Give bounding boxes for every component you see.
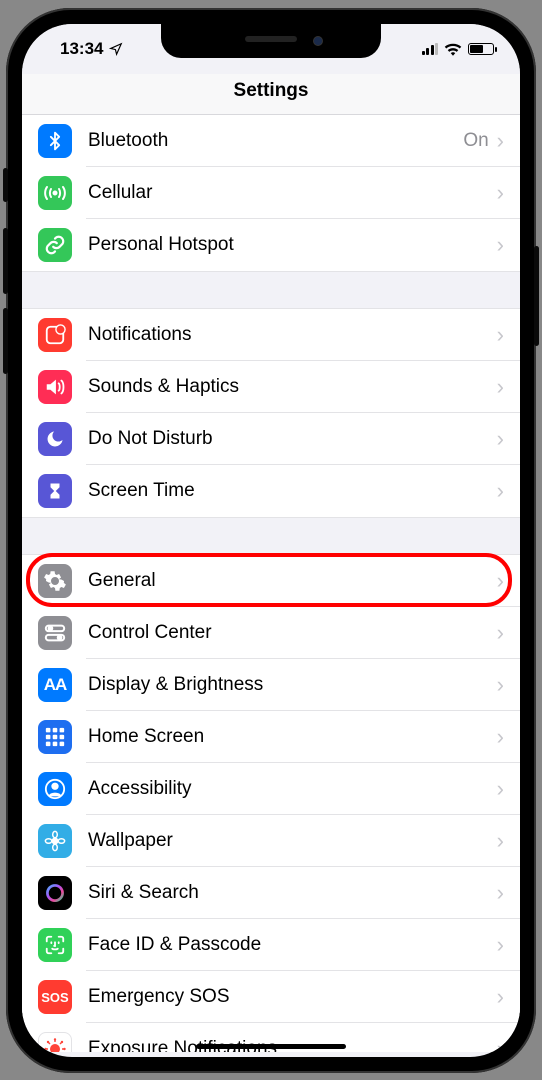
row-label: Personal Hotspot: [88, 234, 497, 256]
virus-icon: [38, 1032, 72, 1052]
cellular-signal-icon: [422, 43, 439, 55]
row-label: Display & Brightness: [88, 674, 497, 696]
settings-row-faceid[interactable]: Face ID & Passcode›: [22, 919, 520, 971]
settings-list[interactable]: BluetoothOn›Cellular›Personal Hotspot›No…: [22, 115, 520, 1052]
row-label: Sounds & Haptics: [88, 376, 497, 398]
row-label: Bluetooth: [88, 130, 463, 152]
row-label: Face ID & Passcode: [88, 934, 497, 956]
chevron-right-icon: ›: [497, 428, 504, 450]
settings-row-sounds[interactable]: Sounds & Haptics›: [22, 361, 520, 413]
speaker-grille: [245, 36, 297, 42]
settings-row-general[interactable]: General›: [22, 555, 520, 607]
row-label: Cellular: [88, 182, 497, 204]
row-label: Notifications: [88, 324, 497, 346]
row-label: Siri & Search: [88, 882, 497, 904]
row-label: Control Center: [88, 622, 497, 644]
chevron-right-icon: ›: [497, 830, 504, 852]
settings-row-dnd[interactable]: Do Not Disturb›: [22, 413, 520, 465]
sos-icon: SOS: [38, 980, 72, 1014]
settings-row-display[interactable]: AA Display & Brightness›: [22, 659, 520, 711]
row-label: General: [88, 570, 497, 592]
gear-icon: [38, 564, 72, 598]
chevron-right-icon: ›: [497, 674, 504, 696]
switches-icon: [38, 616, 72, 650]
location-arrow-icon: [109, 42, 123, 56]
chevron-right-icon: ›: [497, 1038, 504, 1052]
antenna-icon: [38, 176, 72, 210]
person-icon: [38, 772, 72, 806]
settings-row-hotspot[interactable]: Personal Hotspot›: [22, 219, 520, 271]
chevron-right-icon: ›: [497, 324, 504, 346]
chevron-right-icon: ›: [497, 934, 504, 956]
siri-icon: [38, 876, 72, 910]
row-label: Accessibility: [88, 778, 497, 800]
settings-row-bluetooth[interactable]: BluetoothOn ›: [22, 115, 520, 167]
settings-row-homescreen[interactable]: Home Screen›: [22, 711, 520, 763]
chevron-right-icon: ›: [497, 570, 504, 592]
moon-icon: [38, 422, 72, 456]
settings-row-controlcenter[interactable]: Control Center›: [22, 607, 520, 659]
screen: 13:34 Settings BluetoothOn›Cellular›Pers…: [22, 24, 520, 1057]
chevron-right-icon: ›: [497, 622, 504, 644]
chevron-right-icon: ›: [497, 234, 504, 256]
settings-row-sos[interactable]: SOS Emergency SOS›: [22, 971, 520, 1023]
chevron-right-icon: ›: [497, 182, 504, 204]
settings-row-screentime[interactable]: Screen Time›: [22, 465, 520, 517]
hourglass-icon: [38, 474, 72, 508]
settings-row-cellular[interactable]: Cellular›: [22, 167, 520, 219]
settings-row-accessibility[interactable]: Accessibility›: [22, 763, 520, 815]
chevron-right-icon: ›: [497, 480, 504, 502]
notification-icon: [38, 318, 72, 352]
settings-group-main: General›Control Center›AADisplay & Brigh…: [22, 554, 520, 1052]
bluetooth-icon: [38, 124, 72, 158]
row-label: Screen Time: [88, 480, 497, 502]
row-value: On: [463, 130, 488, 152]
chevron-right-icon: ›: [497, 726, 504, 748]
grid-icon: [38, 720, 72, 754]
battery-icon: [468, 43, 494, 55]
chevron-right-icon: ›: [497, 778, 504, 800]
page-title: Settings: [22, 74, 520, 115]
row-label: Do Not Disturb: [88, 428, 497, 450]
chevron-right-icon: ›: [497, 882, 504, 904]
front-camera: [313, 36, 323, 46]
settings-row-notifications[interactable]: Notifications›: [22, 309, 520, 361]
power-button: [534, 246, 539, 346]
speaker-icon: [38, 370, 72, 404]
link-icon: [38, 228, 72, 262]
home-indicator[interactable]: [196, 1044, 346, 1049]
flower-icon: [38, 824, 72, 858]
phone-frame: 13:34 Settings BluetoothOn›Cellular›Pers…: [6, 8, 536, 1073]
mute-switch: [3, 168, 8, 202]
row-label: Emergency SOS: [88, 986, 497, 1008]
faceid-icon: [38, 928, 72, 962]
chevron-right-icon: ›: [497, 376, 504, 398]
wifi-icon: [444, 42, 462, 56]
volume-up-button: [3, 228, 8, 294]
settings-row-wallpaper[interactable]: Wallpaper›: [22, 815, 520, 867]
row-label: Home Screen: [88, 726, 497, 748]
settings-group-connectivity: BluetoothOn›Cellular›Personal Hotspot›: [22, 115, 520, 272]
settings-row-siri[interactable]: Siri & Search›: [22, 867, 520, 919]
notch: [161, 24, 381, 58]
chevron-right-icon: ›: [497, 130, 504, 152]
status-time: 13:34: [60, 39, 103, 59]
settings-group-alerts: Notifications›Sounds & Haptics›Do Not Di…: [22, 308, 520, 518]
row-label: Wallpaper: [88, 830, 497, 852]
chevron-right-icon: ›: [497, 986, 504, 1008]
volume-down-button: [3, 308, 8, 374]
text-size-icon: AA: [38, 668, 72, 702]
